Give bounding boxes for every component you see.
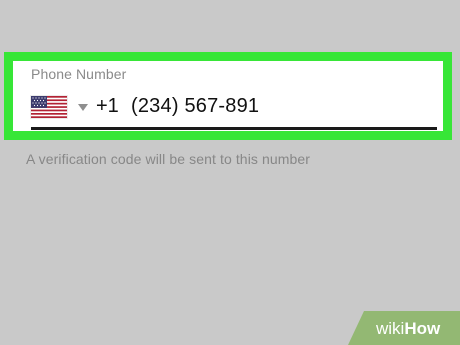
svg-text:wikiHow: wikiHow bbox=[375, 319, 441, 338]
chevron-down-icon[interactable] bbox=[78, 104, 88, 111]
phone-field-highlight: Phone Number +1 (234) 567-891 bbox=[4, 52, 452, 140]
verification-helper-text: A verification code will be sent to this… bbox=[26, 151, 311, 167]
input-underline bbox=[31, 127, 437, 130]
phone-number-value[interactable]: (234) 567-891 bbox=[131, 93, 259, 119]
phone-number-label: Phone Number bbox=[31, 66, 127, 82]
country-code: +1 bbox=[96, 95, 119, 117]
phone-number-input[interactable]: +1 (234) 567-891 bbox=[31, 93, 435, 119]
wikihow-watermark: wikiHow bbox=[348, 311, 460, 345]
us-flag-icon[interactable] bbox=[31, 96, 67, 118]
